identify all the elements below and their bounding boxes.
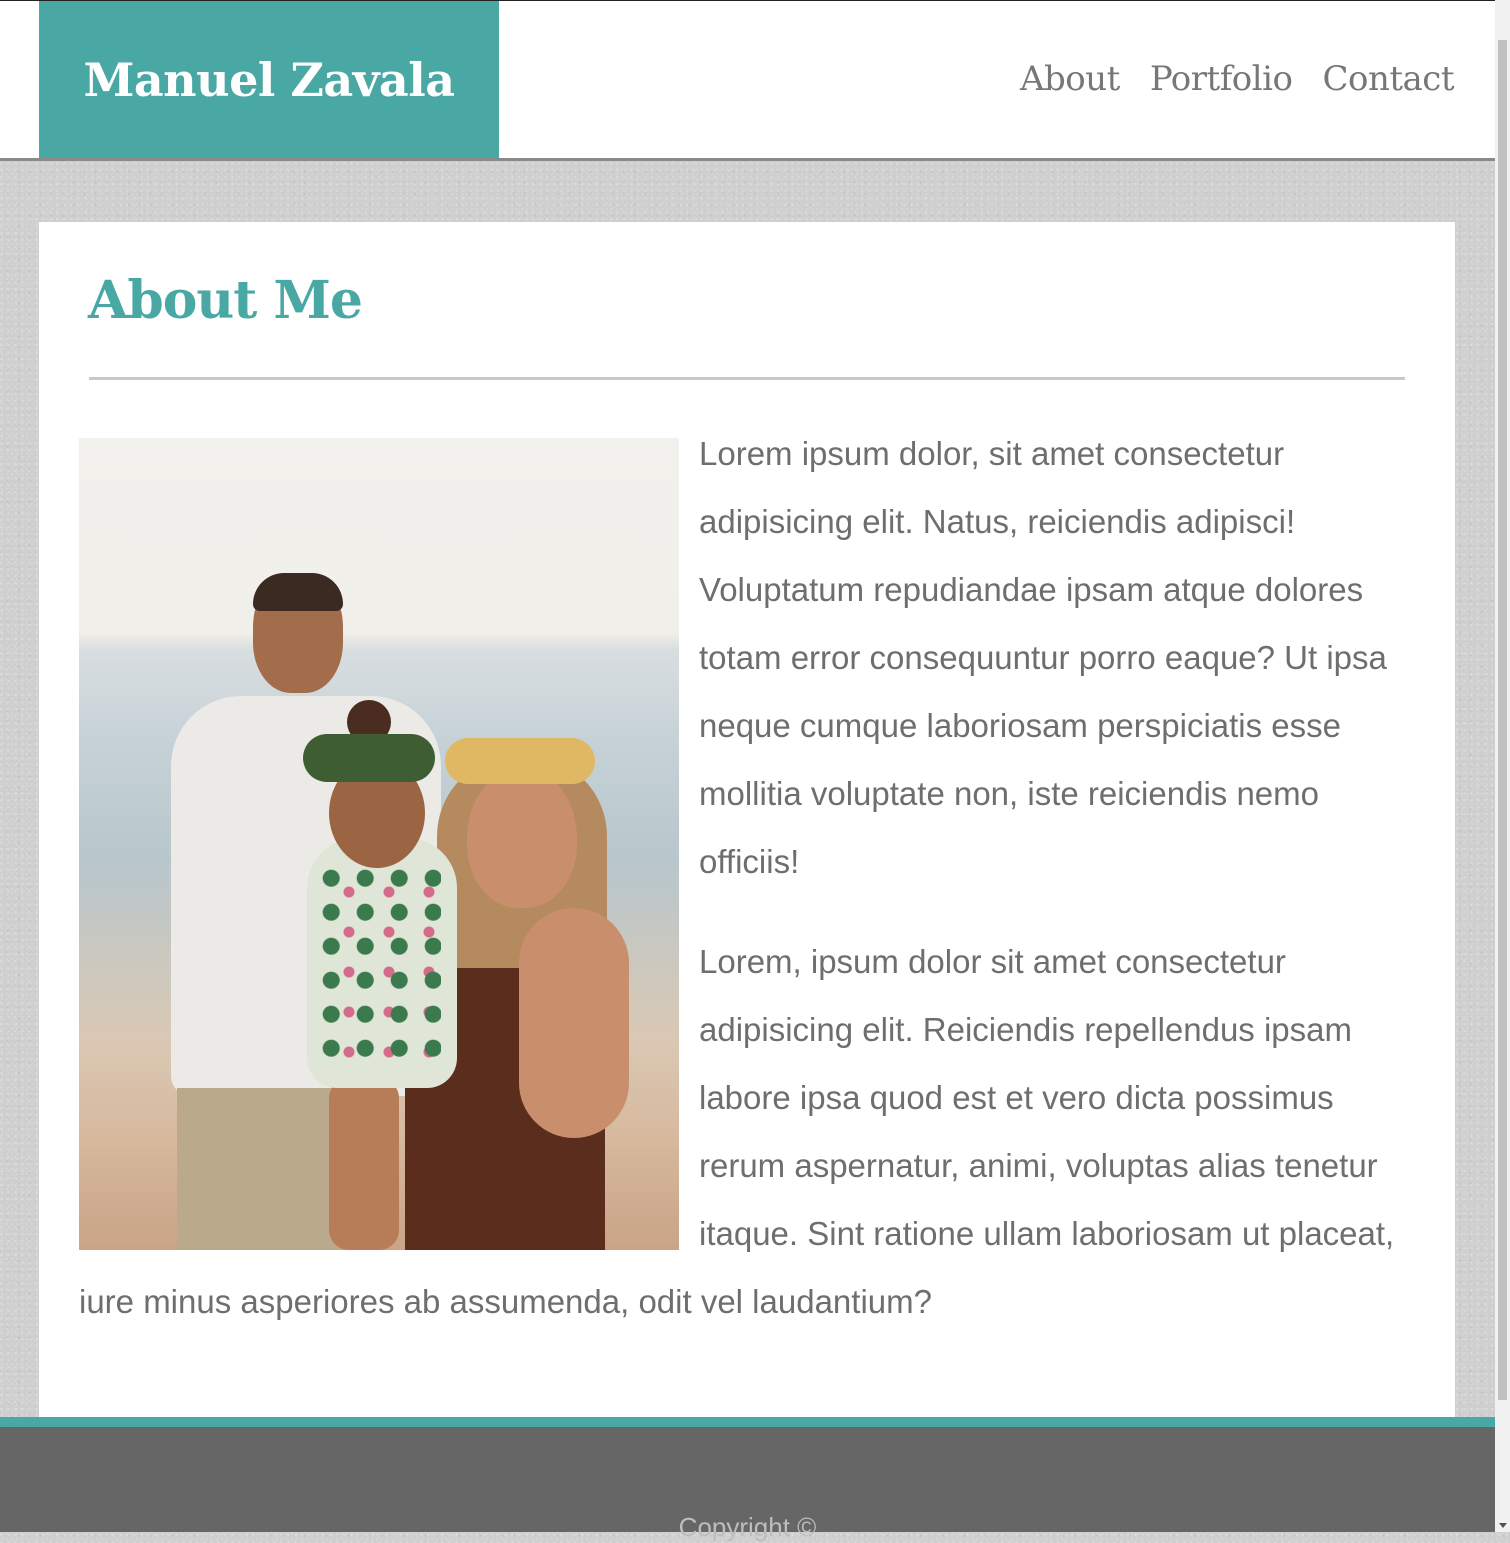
main-nav: About Portfolio Contact [1020, 59, 1455, 99]
photo-figure-girl-print [321, 868, 441, 1068]
photo-figure-man-hair [253, 573, 343, 611]
photo-figure-girl-legs [329, 1078, 399, 1250]
nav-link-portfolio[interactable]: Portfolio [1150, 59, 1293, 99]
about-content: Lorem ipsum dolor, sit amet consectetur … [79, 420, 1419, 1368]
photo-figure-man-pants [177, 1088, 347, 1250]
title-divider [89, 377, 1405, 380]
family-photo [79, 438, 679, 1250]
brand-name[interactable]: Manuel Zavala [83, 53, 455, 107]
photo-figure-woman-crown [445, 738, 595, 784]
photo-figure-woman-arm [519, 908, 629, 1138]
scrollbar-thumb[interactable] [1498, 40, 1507, 1400]
scroll-down-arrow-icon[interactable] [1499, 1523, 1507, 1528]
photo-figure-woman-head [467, 768, 577, 908]
page-title: About Me [88, 270, 363, 331]
about-section: About Me Lorem ipsum dolor, sit amet con… [39, 222, 1455, 1418]
nav-link-about[interactable]: About [1020, 59, 1120, 99]
brand-block[interactable]: Manuel Zavala [39, 1, 499, 158]
page-scrollbar[interactable] [1495, 0, 1510, 1532]
copyright-text: Copyright © [678, 1512, 817, 1542]
nav-link-contact[interactable]: Contact [1322, 59, 1454, 99]
site-header: Manuel Zavala About Portfolio Contact [0, 0, 1495, 161]
photo-figure-girl-crown [303, 734, 435, 782]
site-footer: Copyright © [0, 1417, 1495, 1542]
